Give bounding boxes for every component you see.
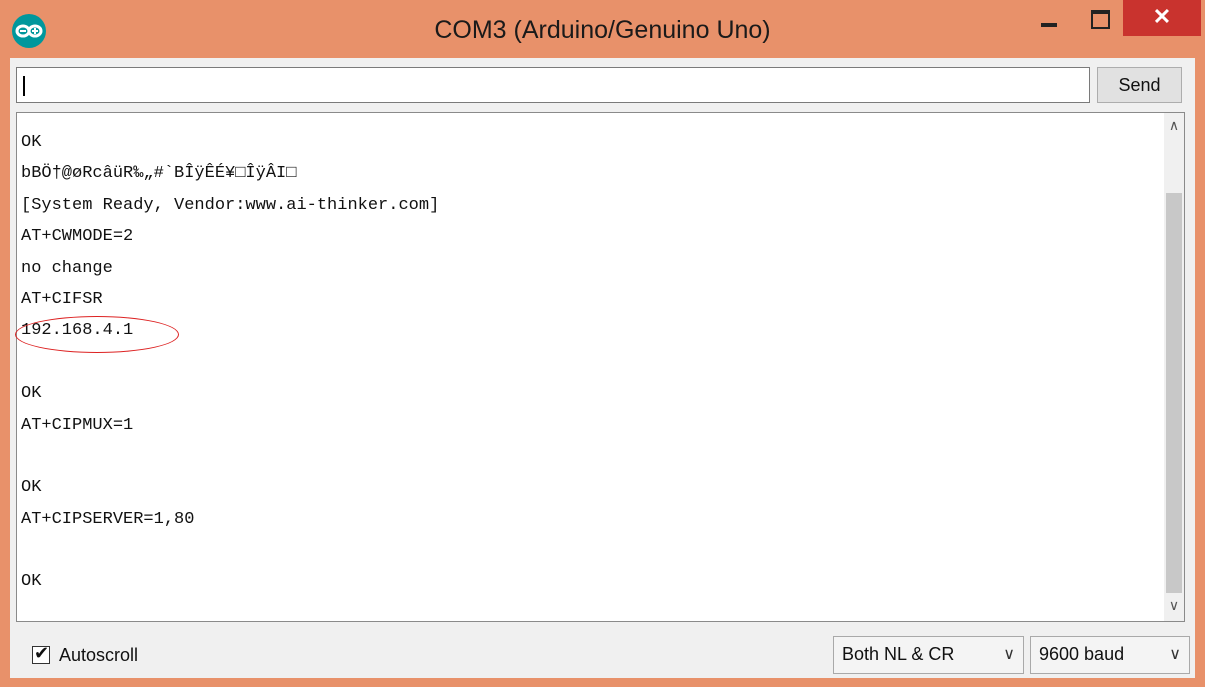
output-line: OK <box>21 478 42 498</box>
output-line: OK <box>21 572 42 592</box>
serial-output-area[interactable]: OK bBÖ†@øRcâüR‰„#`BÎÿÊÉ¥□ÎÿÂI□ [System Rea… <box>15 112 1185 622</box>
vertical-scrollbar[interactable]: ∧ ∨ <box>1164 113 1184 621</box>
serial-input-field[interactable] <box>16 67 1090 103</box>
title-bar: COM3 (Arduino/Genuino Uno) ✕ <box>0 0 1205 58</box>
output-line: [System Ready, Vendor:www.ai-thinker.com… <box>21 195 440 215</box>
maximize-button[interactable] <box>1077 4 1121 36</box>
scroll-thumb[interactable] <box>1166 193 1182 593</box>
autoscroll-checkbox[interactable]: ✔ <box>32 643 50 664</box>
output-line: no change <box>21 258 113 278</box>
ip-address-highlight-circle <box>15 316 179 353</box>
output-line: AT+CIPSERVER=1,80 <box>21 509 195 529</box>
window-title: COM3 (Arduino/Genuino Uno) <box>434 16 771 44</box>
minimize-icon <box>1041 23 1057 27</box>
output-line: OK <box>21 133 42 152</box>
output-line: AT+CIPMUX=1 <box>21 415 134 435</box>
serial-monitor-window: COM3 (Arduino/Genuino Uno) ✕ Send OK bBÖ†… <box>0 0 1205 687</box>
maximize-icon <box>1091 10 1110 29</box>
monitor-body: Send OK bBÖ†@øRcâüR‰„#`BÎÿÊÉ¥□ÎÿÂI□ [Syste… <box>10 58 1195 678</box>
close-button[interactable]: ✕ <box>1123 0 1201 36</box>
output-line: OK <box>21 384 42 404</box>
scroll-down-icon[interactable]: ∨ <box>1164 597 1184 621</box>
chevron-down-icon: ∨ <box>1003 646 1015 663</box>
baud-rate-value: 9600 baud <box>1039 644 1125 664</box>
footer-bar: ✔ Autoscroll Both NL & CR ∨ 9600 baud ∨ <box>10 628 1195 674</box>
line-ending-value: Both NL & CR <box>842 644 955 664</box>
chevron-down-icon: ∨ <box>1169 646 1181 663</box>
output-line: AT+CIFSR <box>21 289 103 309</box>
close-icon: ✕ <box>1152 4 1172 29</box>
baud-rate-select[interactable]: 9600 baud ∨ <box>1030 636 1190 674</box>
output-line: bBÖ†@øRcâüR‰„#`BÎÿÊÉ¥□ÎÿÂI□ <box>21 164 297 184</box>
send-button[interactable]: Send <box>1097 67 1182 103</box>
autoscroll-label: Autoscroll <box>59 645 139 665</box>
output-lines: OK bBÖ†@øRcâüR‰„#`BÎÿÊÉ¥□ÎÿÂI□ [System Rea… <box>15 127 440 598</box>
scroll-up-icon[interactable]: ∧ <box>1164 117 1184 141</box>
output-line: AT+CWMODE=2 <box>21 227 134 247</box>
line-ending-select[interactable]: Both NL & CR ∨ <box>833 636 1024 674</box>
checkmark-icon: ✔ <box>34 643 50 663</box>
minimize-button[interactable] <box>1027 4 1071 36</box>
text-caret <box>23 76 25 96</box>
